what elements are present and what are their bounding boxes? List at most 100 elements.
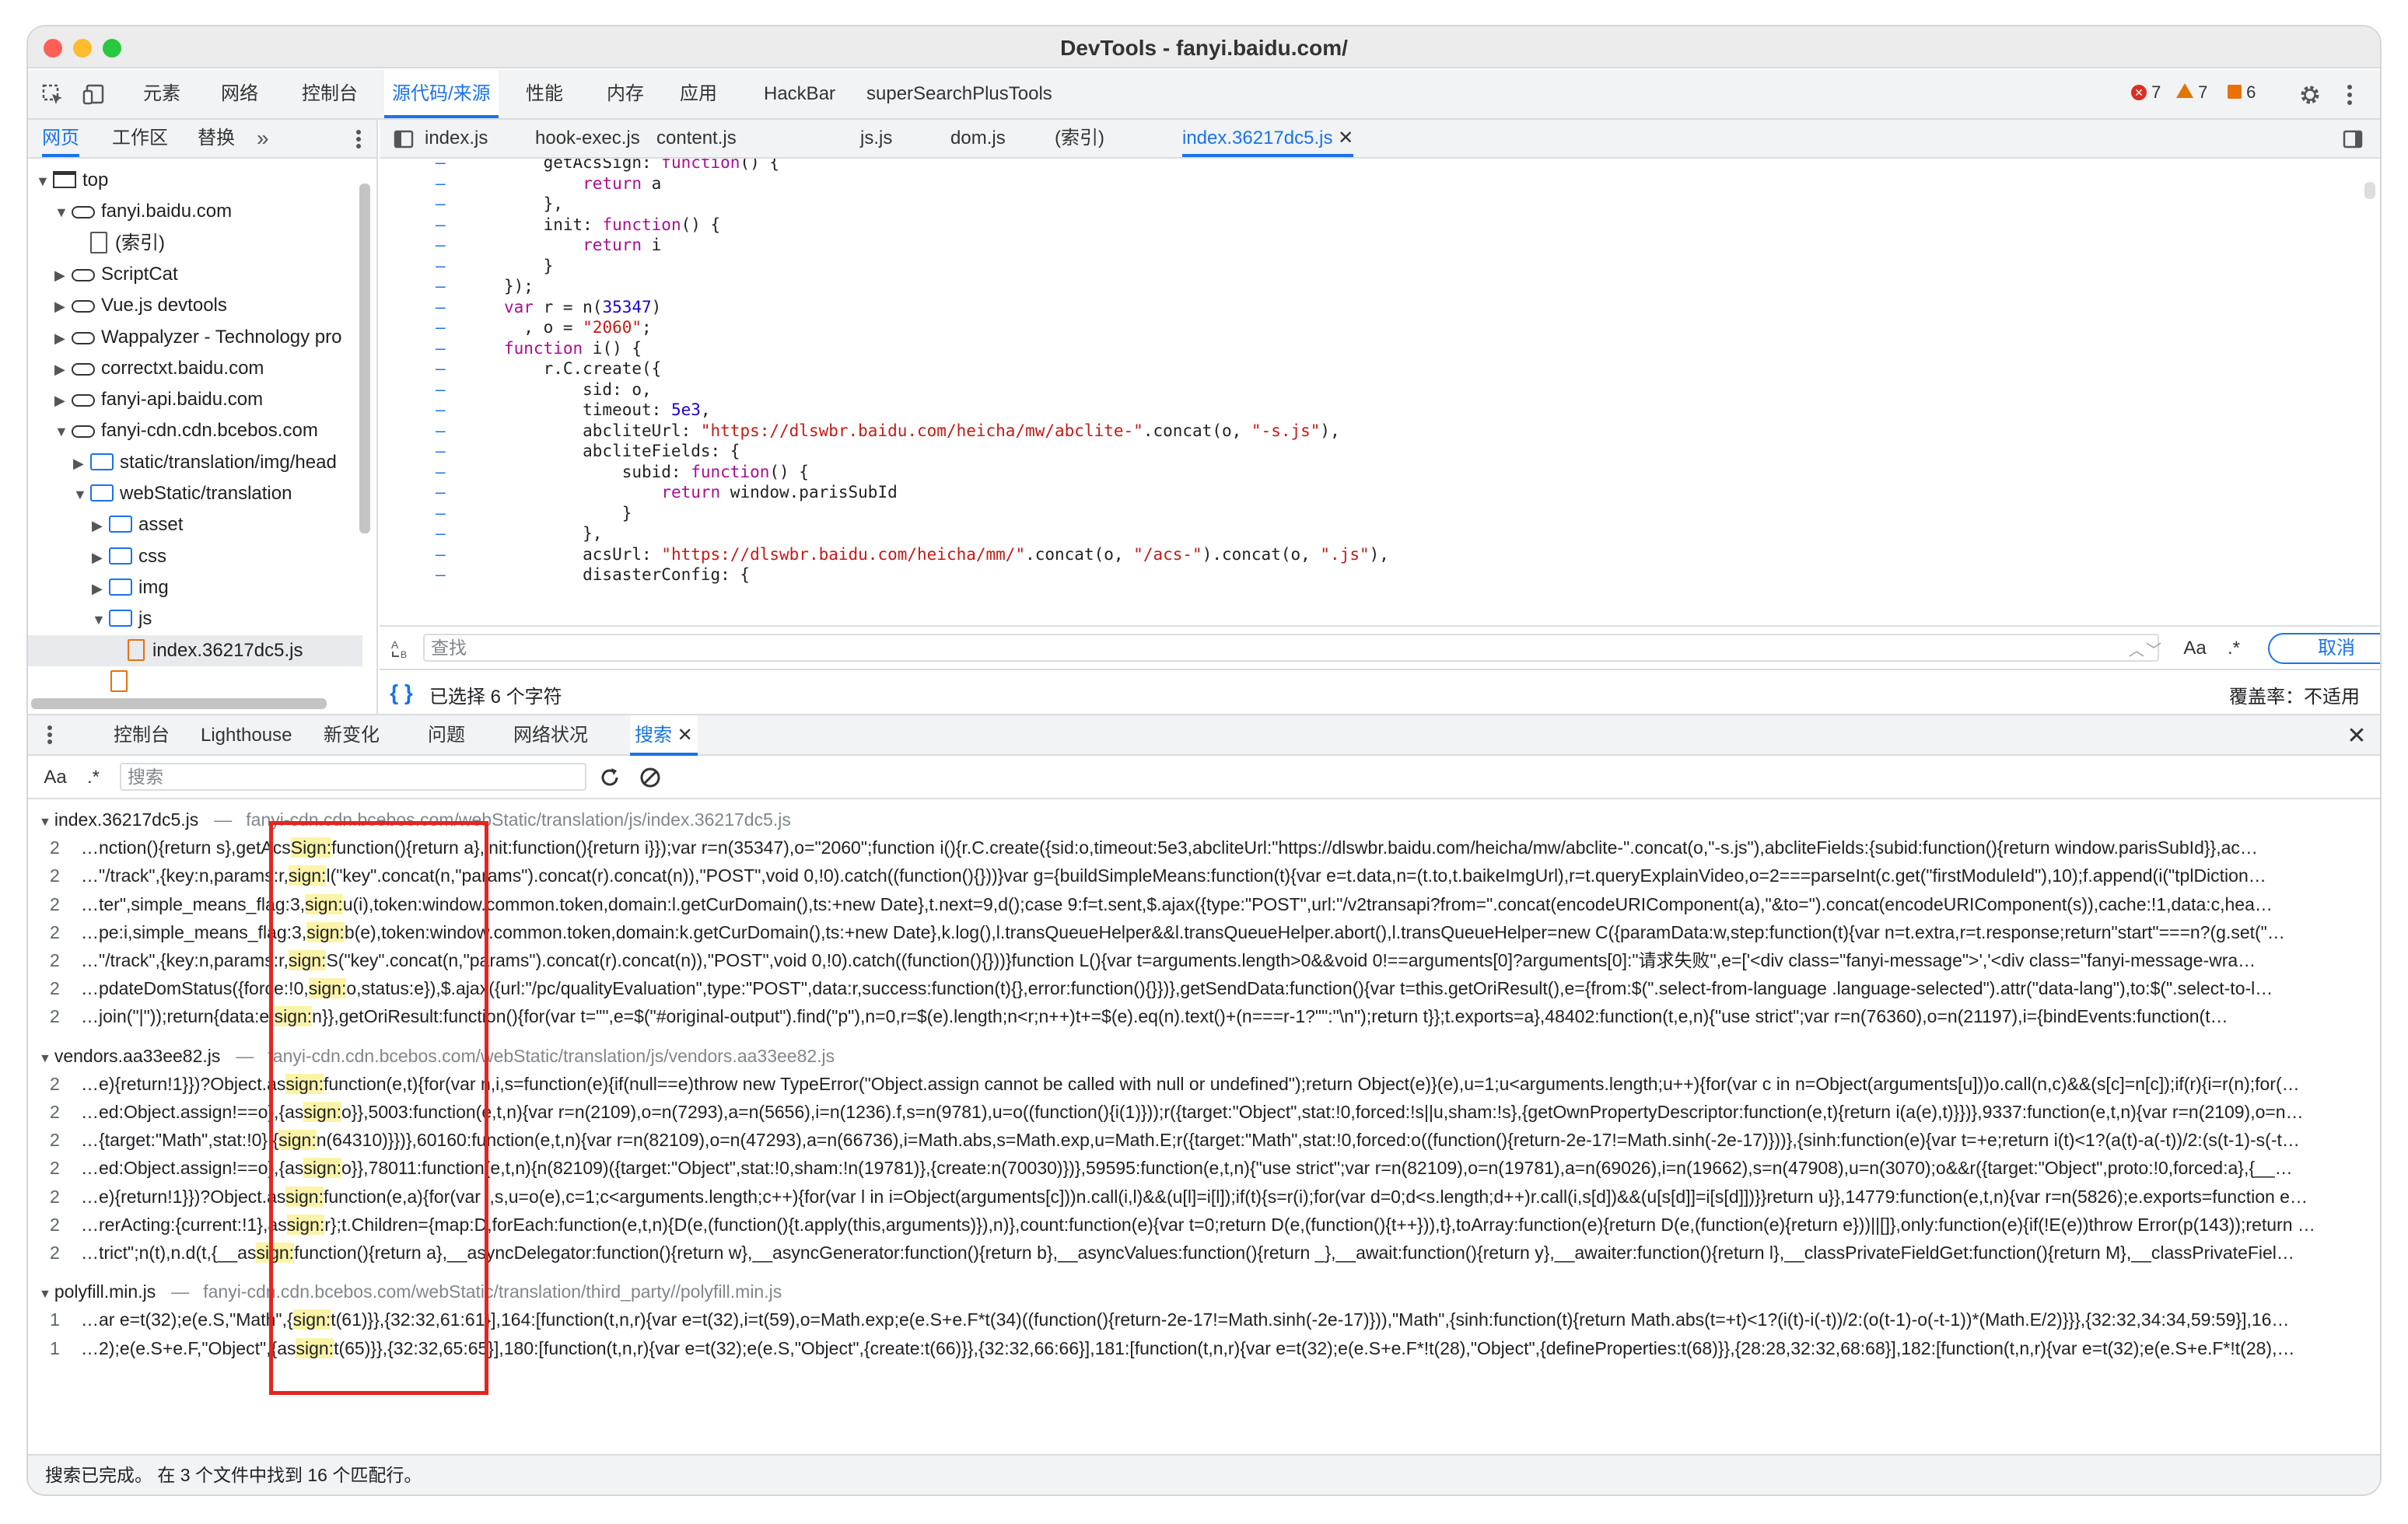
find-input[interactable]: 查找 — [423, 634, 2159, 662]
regex-button[interactable]: .* — [2218, 636, 2249, 661]
tree-item-partial[interactable] — [110, 666, 135, 697]
toggle-debugger-icon[interactable] — [2340, 126, 2366, 152]
search-regex-button[interactable]: .* — [78, 764, 109, 792]
main-tab-8[interactable]: superSearchPlusTools — [866, 70, 1052, 118]
drawer-tab-item[interactable]: 问题 — [428, 715, 465, 756]
close-drawer-icon[interactable]: ✕ — [2343, 722, 2371, 750]
tree-arrow-icon[interactable]: ▼ — [54, 416, 72, 447]
navigator-menu-icon[interactable] — [347, 126, 370, 152]
gutter-marker: – — [436, 379, 446, 399]
main-tab-5[interactable]: 内存 — [607, 70, 644, 118]
inspect-element-icon[interactable] — [37, 79, 68, 110]
tree-item-fanyi-api-baidu-com[interactable]: ▶ fanyi-api.baidu.com — [54, 384, 263, 415]
tree-item-item[interactable]: (索引) — [73, 228, 165, 259]
tree-arrow-icon[interactable]: ▼ — [54, 197, 72, 228]
more-tabs-button[interactable]: » — [257, 120, 269, 157]
line-number: 2 — [50, 1006, 60, 1027]
tree-arrow-icon[interactable]: ▶ — [54, 260, 72, 291]
editor-tab-0[interactable]: index.js — [425, 120, 488, 157]
tree-arrow-icon[interactable]: ▼ — [92, 604, 109, 635]
issue-count[interactable]: 6 — [2228, 82, 2256, 103]
tree-item-vue-js-devtools[interactable]: ▶ Vue.js devtools — [54, 290, 227, 321]
main-tab-2[interactable]: 控制台 — [302, 70, 358, 118]
cloud-icon — [72, 206, 95, 219]
replace-toggle-icon[interactable]: AB — [386, 634, 417, 662]
main-tab-7[interactable]: HackBar — [764, 70, 835, 118]
tree-arrow-icon[interactable]: ▼ — [36, 166, 53, 197]
chevron-down-icon[interactable]: ﹀ — [2145, 638, 2162, 659]
drawer-tab-item[interactable]: 控制台 — [114, 715, 170, 756]
editor-tab-3[interactable]: js.js — [860, 120, 892, 157]
cancel-button[interactable]: 取消 — [2268, 633, 2380, 664]
expand-arrow-icon[interactable]: ▼ — [39, 1052, 51, 1065]
refresh-icon[interactable] — [596, 764, 624, 792]
drawer-menu-icon[interactable] — [40, 722, 59, 748]
tree-arrow-icon[interactable]: ▶ — [54, 385, 72, 416]
main-tab-0[interactable]: 元素 — [143, 70, 180, 118]
tree-item-static-translation-img-head[interactable]: ▶ static/translation/img/head — [73, 447, 337, 478]
main-tab-4[interactable]: 性能 — [526, 70, 563, 118]
drawer-tab-item[interactable]: 新变化 — [324, 715, 380, 756]
tree-arrow-icon[interactable]: ▶ — [73, 448, 90, 479]
main-tab-6[interactable]: 应用 — [680, 70, 717, 118]
expand-arrow-icon[interactable]: ▼ — [39, 1288, 51, 1301]
chevron-up-icon[interactable]: ︿ — [2128, 638, 2145, 659]
tree-scrollbar[interactable] — [359, 184, 370, 533]
tree-item-asset[interactable]: ▶ asset — [92, 509, 183, 540]
device-toolbar-icon[interactable] — [79, 79, 110, 110]
drawer-tab-item[interactable]: 搜索 ✕ — [630, 715, 698, 756]
tree-item-js[interactable]: ▼ js — [92, 603, 152, 634]
drawer-tab-item[interactable]: 网络状况 — [513, 715, 588, 756]
close-tab-icon[interactable]: ✕ — [1332, 128, 1353, 149]
editor-tab-6[interactable]: index.36217dc5.js ✕ — [1182, 120, 1354, 157]
main-tab-3[interactable]: 源代码/来源 — [384, 70, 499, 118]
tree-item-fanyi-baidu-com[interactable]: ▼ fanyi.baidu.com — [54, 196, 232, 227]
search-match-case-button[interactable]: Aa — [36, 764, 75, 792]
navigator-tab-0[interactable]: 网页 — [42, 120, 79, 157]
close-search-tab-icon[interactable]: ✕ — [672, 725, 693, 746]
gear-icon[interactable] — [2294, 79, 2326, 110]
pretty-print-icon[interactable]: { } — [387, 680, 415, 706]
editor-scrollbar[interactable] — [2364, 182, 2375, 199]
tree-arrow-icon[interactable]: ▶ — [54, 323, 72, 354]
tree-item-webstatic-translation[interactable]: ▼ webStatic/translation — [73, 478, 292, 509]
match-case-button[interactable]: Aa — [2178, 636, 2212, 661]
gutter-marker: – — [436, 173, 446, 193]
editor-tab-2[interactable]: content.js — [656, 120, 737, 157]
tree-arrow-icon[interactable]: ▶ — [92, 573, 109, 604]
tree-item-index-36217dc5-js[interactable]: index.36217dc5.js — [28, 634, 362, 666]
tree-item-img[interactable]: ▶ img — [92, 572, 169, 603]
more-options-icon[interactable] — [2338, 79, 2361, 110]
search-input[interactable]: 搜索 — [120, 763, 586, 791]
code-editor[interactable]: – getAcsSign: function() {– return a – },… — [380, 159, 2380, 625]
code-text: }, — [504, 523, 602, 544]
warning-count[interactable]: 7 — [2176, 82, 2207, 103]
editor-tab-4[interactable]: dom.js — [950, 120, 1006, 157]
gutter-marker: – — [436, 524, 446, 543]
expand-arrow-icon[interactable]: ▼ — [39, 816, 51, 829]
toggle-navigator-icon[interactable] — [390, 126, 417, 152]
clear-icon[interactable] — [636, 764, 664, 792]
tree-arrow-icon[interactable]: ▶ — [54, 354, 72, 385]
tree-item-scriptcat[interactable]: ▶ ScriptCat — [54, 259, 178, 290]
error-count[interactable]: ✕ 7 — [2131, 82, 2161, 103]
tree-item-wappalyzer-technology-pro[interactable]: ▶ Wappalyzer - Technology pro — [54, 322, 342, 353]
tree-item-fanyi-cdn-cdn-bcebos-com[interactable]: ▼ fanyi-cdn.cdn.bcebos.com — [54, 415, 318, 446]
drawer-tab-lighthouse[interactable]: Lighthouse — [201, 715, 292, 756]
tree-arrow-icon[interactable]: ▶ — [92, 510, 109, 541]
match-suffix: r};t.Children={map:D,forEach:function(e,… — [324, 1214, 2315, 1235]
tree-item-correctxt-baidu-com[interactable]: ▶ correctxt.baidu.com — [54, 353, 264, 384]
tree-arrow-icon[interactable]: ▶ — [54, 291, 72, 322]
editor-tab-1[interactable]: hook-exec.js — [535, 120, 640, 157]
navigator-tab-1[interactable]: 工作区 — [112, 120, 168, 157]
gutter-marker: – — [436, 462, 446, 481]
tree-item-top[interactable]: ▼ top — [36, 165, 108, 196]
tree-item-css[interactable]: ▶ css — [92, 541, 166, 572]
tree-arrow-icon[interactable]: ▶ — [92, 542, 109, 573]
navigator-tab-2[interactable]: 替换 — [198, 120, 235, 157]
tree-horizontal-scrollbar[interactable] — [31, 698, 327, 709]
editor-tab-5[interactable]: (索引) — [1055, 120, 1104, 157]
editor-status-bar: { } 已选择 6 个字符 覆盖率：不适用 — [380, 669, 2380, 714]
tree-arrow-icon[interactable]: ▼ — [73, 479, 90, 510]
main-tab-1[interactable]: 网络 — [221, 70, 258, 118]
